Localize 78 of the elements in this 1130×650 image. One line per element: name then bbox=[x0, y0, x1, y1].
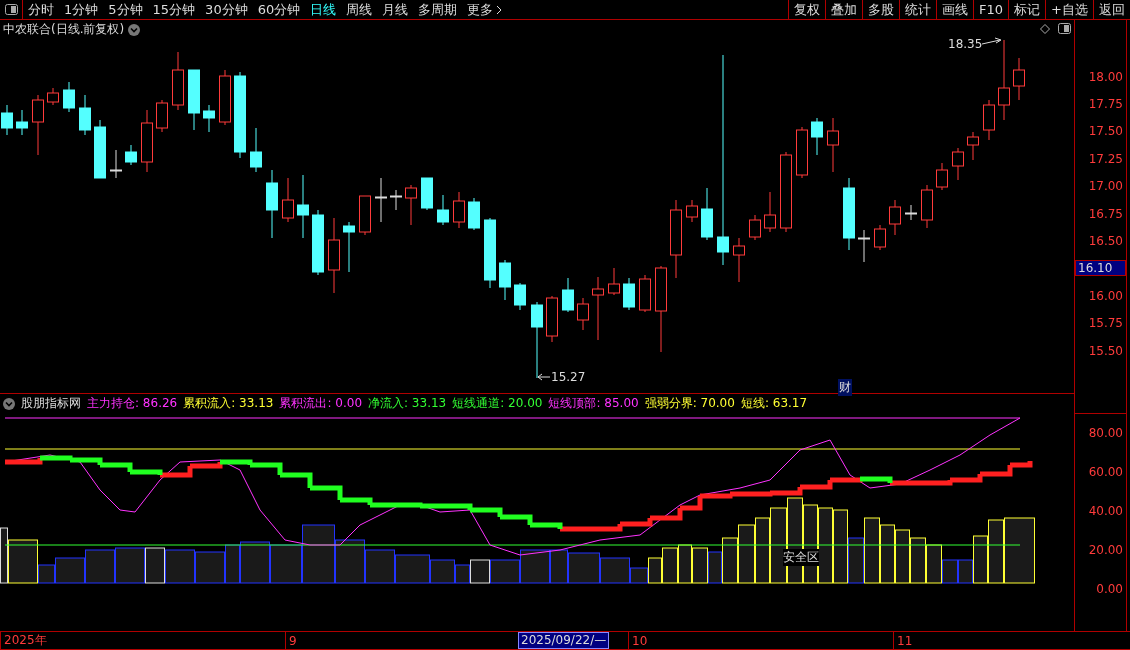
indicator-bar bbox=[895, 529, 910, 584]
indicator-axis-label: 0.00 bbox=[1096, 581, 1124, 596]
period-tab[interactable]: 1分钟 bbox=[59, 0, 104, 19]
indicator-bar bbox=[708, 551, 722, 584]
indicator-value: 强弱分界: 70.00 bbox=[644, 395, 735, 412]
indicator-axis-label: 80.00 bbox=[1088, 426, 1124, 441]
price-axis-label: 18.00 bbox=[1088, 69, 1124, 84]
panel-toggle-icon[interactable] bbox=[1058, 23, 1071, 34]
chevron-right-icon bbox=[496, 4, 503, 15]
toolbar-button[interactable]: +自选 bbox=[1045, 0, 1093, 19]
indicator-bar bbox=[755, 517, 770, 584]
indicator-bar bbox=[365, 549, 395, 584]
more-button[interactable]: 更多 bbox=[462, 0, 508, 19]
toolbar-button[interactable]: F10 bbox=[973, 0, 1009, 19]
period-tab[interactable]: 多周期 bbox=[413, 0, 463, 19]
price-axis-label: 17.00 bbox=[1088, 179, 1124, 194]
current-price-label: 16.10 bbox=[1075, 260, 1126, 277]
indicator-bar bbox=[722, 537, 738, 584]
indicator-bar bbox=[395, 554, 430, 584]
indicator-value: 短线: 63.17 bbox=[740, 395, 808, 412]
toolbar-button[interactable]: 统计 bbox=[899, 0, 937, 19]
toolbar-button[interactable]: 标记 bbox=[1008, 0, 1046, 19]
toolbar-button[interactable]: 复权 bbox=[788, 0, 826, 19]
indicator-axis-label: 20.00 bbox=[1088, 542, 1124, 557]
indicator-bar bbox=[662, 547, 678, 584]
indicator-bar bbox=[864, 517, 880, 584]
indicator-bar bbox=[692, 547, 708, 584]
indicator-bar bbox=[85, 549, 115, 584]
indicator-value: 累积流出: 0.00 bbox=[279, 395, 362, 412]
chevron-down-icon[interactable] bbox=[128, 23, 141, 36]
month-label: 9 bbox=[289, 633, 297, 648]
month-label: 11 bbox=[897, 633, 913, 648]
news-marker[interactable]: 财 bbox=[838, 379, 852, 396]
month-label: 10 bbox=[632, 633, 648, 648]
indicator-value: 累积流入: 33.13 bbox=[183, 395, 274, 412]
period-tab[interactable]: 30分钟 bbox=[200, 0, 253, 19]
toolbar-button[interactable]: 返回 bbox=[1093, 0, 1130, 19]
price-axis-label: 16.00 bbox=[1088, 288, 1124, 303]
price-axis-label: 15.50 bbox=[1088, 343, 1124, 358]
period-tab[interactable]: 5分钟 bbox=[103, 0, 148, 19]
low-price-label: 15.27 bbox=[551, 370, 586, 384]
chevron-down-icon[interactable] bbox=[3, 397, 15, 410]
price-axis-label: 17.25 bbox=[1088, 151, 1124, 166]
indicator-bar bbox=[910, 537, 926, 584]
panel-toggle-icon[interactable] bbox=[4, 4, 18, 15]
indicator-bar bbox=[678, 544, 692, 584]
indicator-value: 主力持仓: 86.26 bbox=[87, 395, 178, 412]
toolbar-button[interactable]: 叠加 bbox=[825, 0, 863, 19]
arrow-icon bbox=[981, 37, 1002, 45]
price-axis-label: 16.50 bbox=[1088, 234, 1124, 249]
period-tab[interactable]: 日线 bbox=[305, 0, 342, 19]
indicator-bar bbox=[738, 524, 755, 584]
high-price-label: 18.35 bbox=[948, 37, 983, 51]
indicator-value: 短线顶部: 85.00 bbox=[548, 395, 639, 412]
price-axis-label: 15.75 bbox=[1088, 316, 1124, 331]
stock-title: 中农联合(日线.前复权) bbox=[3, 21, 125, 38]
indicator-value: 净流入: 33.13 bbox=[368, 395, 447, 412]
indicator-bar bbox=[880, 524, 895, 584]
price-axis-label: 17.75 bbox=[1088, 97, 1124, 112]
cursor-date-label: 2025/09/22/— bbox=[518, 632, 610, 649]
arrow-icon bbox=[537, 373, 551, 381]
toolbar-button[interactable]: 画线 bbox=[936, 0, 974, 19]
period-tab[interactable]: 周线 bbox=[341, 0, 378, 19]
indicator-value: 短线通道: 20.00 bbox=[452, 395, 543, 412]
indicator-bar bbox=[335, 539, 365, 584]
price-axis-label: 16.75 bbox=[1088, 206, 1124, 221]
period-tab[interactable]: 15分钟 bbox=[147, 0, 201, 19]
toolbar-button[interactable]: 多股 bbox=[862, 0, 900, 19]
period-tab[interactable]: 月线 bbox=[377, 0, 414, 19]
zone-label: 安全区 bbox=[783, 549, 819, 566]
price-axis-label: 17.50 bbox=[1088, 124, 1124, 139]
period-tab[interactable]: 分时 bbox=[23, 0, 59, 19]
period-tab[interactable]: 60分钟 bbox=[252, 0, 306, 19]
indicator-name: 股朋指标网 bbox=[21, 395, 81, 412]
indicator-axis-label: 40.00 bbox=[1088, 504, 1124, 518]
indicator-axis-label: 60.00 bbox=[1088, 465, 1124, 480]
diamond-icon[interactable] bbox=[1040, 24, 1050, 34]
month-label: 2025年 bbox=[4, 632, 47, 649]
